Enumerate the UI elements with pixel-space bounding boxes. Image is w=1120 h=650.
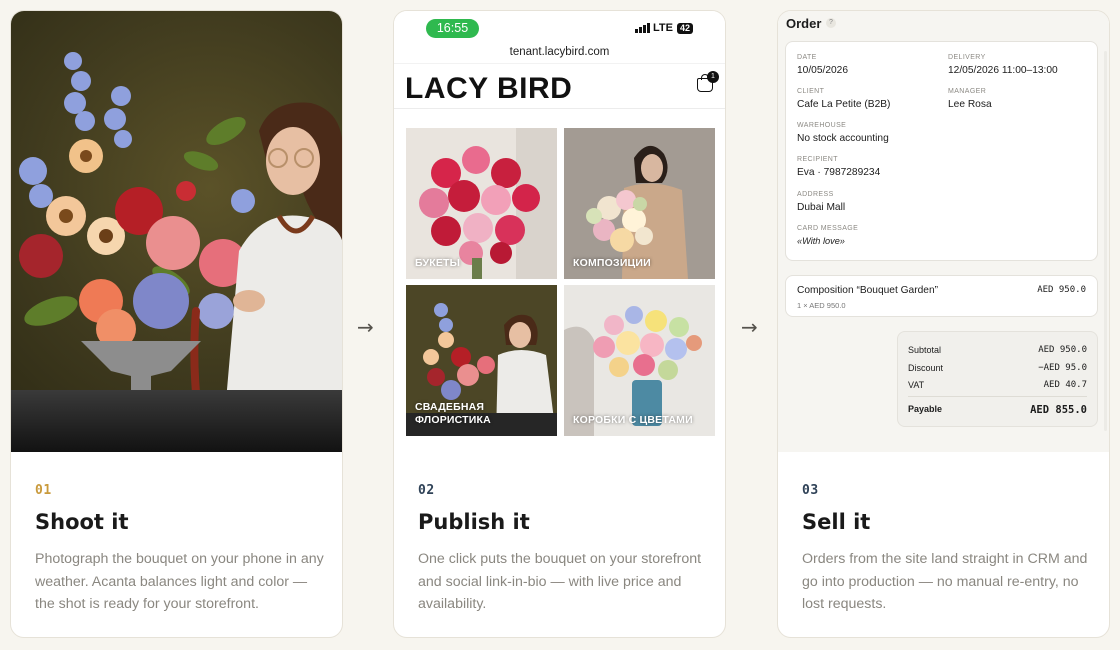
scrollbar[interactable] [1104,51,1107,431]
step-description: Orders from the site land straight in CR… [802,551,1088,612]
card-message-field[interactable]: CARD MESSAGE «With love» [797,225,858,246]
category-tile-flower-boxes[interactable]: КОРОБКИ С ЦВЕТАМИ [564,285,715,436]
order-details-panel: DATE 10/05/2026 DELIVERY 12/05/2026 11:00–… [785,41,1098,261]
warehouse-field[interactable]: WAREHOUSE No stock accounting [797,122,889,144]
order-title: Order [786,16,822,31]
battery-icon: 42 [676,22,693,34]
payable-row: Payable AED 855.0 [908,404,1087,416]
status-time: 16:55 [426,19,479,38]
arrow-right-icon: → [741,315,758,339]
phone-status-bar: 16:55 LTE 42 [394,11,725,47]
step-title: Publish it [418,510,530,534]
step-description: Photograph the bouquet on your phone in … [35,551,324,612]
signal-icon [635,23,650,33]
subtotal-row: Subtotal AED 950.0 [908,345,1087,355]
order-totals-panel: Subtotal AED 950.0 Discount −AED 95.0 VAT A… [897,331,1098,427]
item-quantity: 1 × AED 950.0 [797,301,846,310]
step-title: Sell it [802,510,871,534]
order-item-row[interactable]: Composition “Bouquet Garden” AED 950.0 1… [785,275,1098,317]
cart-badge: 1 [707,71,719,83]
crm-order-mockup: Order ? DATE 10/05/2026 DELIVERY 12/05/202… [778,11,1109,452]
client-field[interactable]: CLIENT Cafe La Petite (B2B) [797,88,890,110]
discount-row: Discount −AED 95.0 [908,363,1087,373]
step-card-publish: 16:55 LTE 42 tenant.lacybird.com LACY BI… [393,10,726,638]
item-price: AED 950.0 [1037,285,1086,295]
phone-storefront-mockup: 16:55 LTE 42 tenant.lacybird.com LACY BI… [394,11,725,452]
info-icon[interactable]: ? [826,18,836,28]
step-number: 02 [418,483,435,498]
step-card-sell: Order ? DATE 10/05/2026 DELIVERY 12/05/202… [777,10,1110,638]
step-number: 01 [35,483,52,498]
recipient-field[interactable]: RECIPIENT Eva · 7987289234 [797,156,880,178]
tile-label: КОРОБКИ С ЦВЕТАМИ [573,414,693,426]
step-description: One click puts the bouquet on your store… [418,551,702,612]
browser-url[interactable]: tenant.lacybird.com [394,46,725,58]
bouquet-photo [11,11,342,452]
arrow-right-icon: → [357,315,374,339]
delivery-field: DELIVERY 12/05/2026 11:00–13:00 [948,54,1058,76]
item-name: Composition “Bouquet Garden” [797,285,939,296]
date-field: DATE 10/05/2026 [797,54,848,76]
manager-field[interactable]: MANAGER Lee Rosa [948,88,992,110]
category-tile-compositions[interactable]: КОМПОЗИЦИИ [564,128,715,279]
step-number: 03 [802,483,819,498]
category-tile-wedding[interactable]: СВАДЕБНАЯ ФЛОРИСТИКА [406,285,557,436]
step-card-shoot: 01 Shoot it Photograph the bouquet on yo… [10,10,343,638]
store-header: LACY BIRD 1 [394,63,725,109]
cart-icon[interactable]: 1 [697,71,719,92]
address-field[interactable]: ADDRESS Dubai Mall [797,191,845,213]
tile-label: СВАДЕБНАЯ ФЛОРИСТИКА [415,401,491,426]
store-logo[interactable]: LACY BIRD [405,72,572,106]
tile-label: БУКЕТЫ [415,257,461,269]
florist-illustration [19,52,342,440]
step-title: Shoot it [35,510,129,534]
network-type: LTE [653,22,673,34]
vat-row: VAT AED 40.7 [908,380,1087,390]
tile-label: КОМПОЗИЦИИ [573,257,651,269]
category-tile-bouquets[interactable]: БУКЕТЫ [406,128,557,279]
